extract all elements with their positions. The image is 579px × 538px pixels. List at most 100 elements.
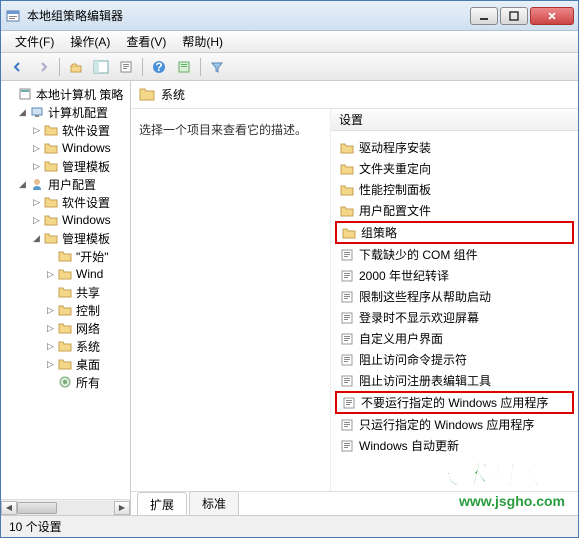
- folder-icon: [341, 226, 357, 240]
- expander-closed-icon[interactable]: ▷: [45, 341, 56, 352]
- folder-icon: [43, 123, 59, 137]
- folder-icon: [57, 321, 73, 335]
- expander-closed-icon[interactable]: ▷: [31, 215, 42, 226]
- expander-closed-icon[interactable]: ▷: [45, 269, 56, 280]
- list-item[interactable]: 性能控制面板: [335, 179, 574, 200]
- setting-icon: [339, 374, 355, 388]
- list-item[interactable]: 只运行指定的 Windows 应用程序: [335, 414, 574, 435]
- list-item-label: 下载缺少的 COM 组件: [359, 246, 478, 263]
- list-item[interactable]: 文件夹重定向: [335, 158, 574, 179]
- tree-user-config[interactable]: ◢ 用户配置: [3, 175, 128, 193]
- list-item[interactable]: 限制这些程序从帮助启动: [335, 286, 574, 307]
- horizontal-scrollbar[interactable]: ◀ ▶: [1, 499, 130, 515]
- setting-icon: [339, 439, 355, 453]
- scroll-thumb[interactable]: [17, 502, 57, 514]
- expander-closed-icon[interactable]: ▷: [45, 305, 56, 316]
- properties-button[interactable]: [173, 56, 195, 78]
- tree-control[interactable]: ▷ 控制: [3, 301, 128, 319]
- show-hide-tree-button[interactable]: [90, 56, 112, 78]
- toolbar-separator: [59, 58, 60, 76]
- settings-icon: [57, 375, 73, 389]
- tree-label: 管理模板: [62, 158, 110, 175]
- statusbar: 10 个设置: [1, 515, 578, 537]
- tree-uc-software[interactable]: ▷ 软件设置: [3, 193, 128, 211]
- expander-closed-icon[interactable]: ▷: [45, 323, 56, 334]
- content-body: 选择一个项目来查看它的描述。 设置 驱动程序安装文件夹重定向性能控制面板用户配置…: [131, 109, 578, 491]
- content-header: 系统: [131, 81, 578, 109]
- scroll-right-button[interactable]: ▶: [114, 501, 130, 515]
- list-item-label: 不要运行指定的 Windows 应用程序: [361, 394, 548, 411]
- list-item[interactable]: 下载缺少的 COM 组件: [335, 244, 574, 265]
- filter-button[interactable]: [206, 56, 228, 78]
- tree-label: 用户配置: [48, 176, 96, 193]
- content-panel: 系统 选择一个项目来查看它的描述。 设置 驱动程序安装文件夹重定向性能控制面板用…: [131, 81, 578, 515]
- tab-standard[interactable]: 标准: [189, 491, 239, 515]
- back-button[interactable]: [7, 56, 29, 78]
- tree-label: Wind: [76, 267, 103, 281]
- tree-wind[interactable]: ▷ Wind: [3, 265, 128, 283]
- tab-extended[interactable]: 扩展: [137, 492, 187, 515]
- expander-open-icon[interactable]: ◢: [31, 233, 42, 244]
- help-button[interactable]: ?: [148, 56, 170, 78]
- list-item[interactable]: 不要运行指定的 Windows 应用程序: [335, 391, 574, 414]
- tree-network[interactable]: ▷ 网络: [3, 319, 128, 337]
- tree-uc-windows[interactable]: ▷ Windows: [3, 211, 128, 229]
- tree-panel: 本地计算机 策略 ◢ 计算机配置 ▷ 软件设置 ▷ Windows: [1, 81, 131, 515]
- tree-label: Windows: [62, 141, 111, 155]
- minimize-button[interactable]: [470, 7, 498, 25]
- status-count: 10 个设置: [9, 518, 62, 535]
- expander-open-icon[interactable]: ◢: [17, 107, 28, 118]
- tree-uc-admin[interactable]: ◢ 管理模板: [3, 229, 128, 247]
- tree-system[interactable]: ▷ 系统: [3, 337, 128, 355]
- folder-icon: [139, 87, 155, 103]
- tree-share[interactable]: 共享: [3, 283, 128, 301]
- tree-label: 所有: [76, 374, 100, 391]
- tree-cc-windows[interactable]: ▷ Windows: [3, 139, 128, 157]
- tree-root[interactable]: 本地计算机 策略: [3, 85, 128, 103]
- menu-view[interactable]: 查看(V): [118, 31, 174, 52]
- export-button[interactable]: [115, 56, 137, 78]
- forward-button[interactable]: [32, 56, 54, 78]
- tree-computer-config[interactable]: ◢ 计算机配置: [3, 103, 128, 121]
- tree-desktop[interactable]: ▷ 桌面: [3, 355, 128, 373]
- list-item[interactable]: 组策略: [335, 221, 574, 244]
- up-button[interactable]: [65, 56, 87, 78]
- toolbar-separator: [142, 58, 143, 76]
- expander-closed-icon[interactable]: ▷: [31, 143, 42, 154]
- tree-cc-software[interactable]: ▷ 软件设置: [3, 121, 128, 139]
- list-item[interactable]: 自定义用户界面: [335, 328, 574, 349]
- setting-icon: [339, 332, 355, 346]
- list-item[interactable]: 阻止访问注册表编辑工具: [335, 370, 574, 391]
- list-item[interactable]: 登录时不显示欢迎屏幕: [335, 307, 574, 328]
- list-item[interactable]: 2000 年世纪转译: [335, 265, 574, 286]
- expander-icon[interactable]: [5, 89, 16, 100]
- setting-icon: [339, 248, 355, 262]
- menu-action[interactable]: 操作(A): [62, 31, 118, 52]
- tree-label: 桌面: [76, 356, 100, 373]
- list-item[interactable]: Windows 自动更新: [335, 435, 574, 456]
- maximize-button[interactable]: [500, 7, 528, 25]
- expander-closed-icon[interactable]: ▷: [31, 161, 42, 172]
- scroll-track[interactable]: [17, 501, 114, 515]
- expander-open-icon[interactable]: ◢: [17, 179, 28, 190]
- list-item[interactable]: 用户配置文件: [335, 200, 574, 221]
- list-item[interactable]: 驱动程序安装: [335, 137, 574, 158]
- menu-file[interactable]: 文件(F): [7, 31, 62, 52]
- tree-cc-admin[interactable]: ▷ 管理模板: [3, 157, 128, 175]
- tree-start-menu[interactable]: "开始": [3, 247, 128, 265]
- expander-closed-icon[interactable]: ▷: [45, 359, 56, 370]
- tree-label: 网络: [76, 320, 100, 337]
- tree-label: 管理模板: [62, 230, 110, 247]
- expander-closed-icon[interactable]: ▷: [31, 197, 42, 208]
- list-item-label: 登录时不显示欢迎屏幕: [359, 309, 479, 326]
- column-header-label: 设置: [339, 111, 363, 128]
- list-item-label: 只运行指定的 Windows 应用程序: [359, 416, 534, 433]
- tree-all[interactable]: 所有: [3, 373, 128, 391]
- expander-closed-icon[interactable]: ▷: [31, 125, 42, 136]
- menu-help[interactable]: 帮助(H): [174, 31, 231, 52]
- list-item[interactable]: 阻止访问命令提示符: [335, 349, 574, 370]
- scroll-left-button[interactable]: ◀: [1, 501, 17, 515]
- list-column-header[interactable]: 设置: [331, 109, 578, 131]
- close-button[interactable]: [530, 7, 574, 25]
- tree-label: 系统: [76, 338, 100, 355]
